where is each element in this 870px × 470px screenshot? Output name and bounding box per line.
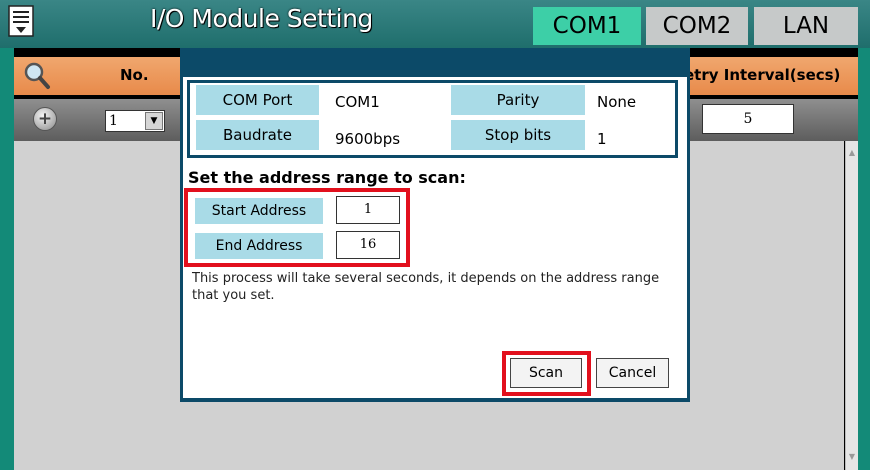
tab-lan[interactable]: LAN <box>754 7 858 45</box>
end-address-label: End Address <box>195 233 323 259</box>
scroll-down-icon[interactable]: ▼ <box>847 452 857 462</box>
scan-range-heading: Set the address range to scan: <box>188 168 466 187</box>
frame-left <box>0 48 14 470</box>
start-address-input[interactable]: 1 <box>336 196 400 224</box>
stop-bits-label: Stop bits <box>451 120 585 150</box>
end-address-input[interactable]: 16 <box>336 231 400 259</box>
cancel-button[interactable]: Cancel <box>596 358 669 388</box>
plus-icon[interactable]: + <box>33 107 57 131</box>
baudrate-value: 9600bps <box>335 130 401 148</box>
scroll-up-icon[interactable]: ▲ <box>847 148 857 158</box>
magnifier-icon[interactable] <box>22 60 52 92</box>
tab-com2[interactable]: COM2 <box>646 7 748 45</box>
parity-value: None <box>597 93 637 111</box>
scan-note: This process will take several seconds, … <box>192 271 660 303</box>
com-port-label: COM Port <box>196 85 319 115</box>
tab-com1[interactable]: COM1 <box>533 7 641 45</box>
menu-list-icon[interactable] <box>6 4 36 40</box>
column-header-no: No. <box>120 66 149 84</box>
scan-button[interactable]: Scan <box>510 358 582 388</box>
stop-bits-value: 1 <box>597 130 607 148</box>
app-title: I/O Module Setting <box>150 4 373 33</box>
vertical-scrollbar[interactable] <box>845 141 858 470</box>
module-number-select[interactable]: 1 ▼ <box>105 110 165 132</box>
frame-right <box>858 48 870 470</box>
com-port-value: COM1 <box>335 93 380 111</box>
chevron-down-icon[interactable]: ▼ <box>145 112 163 130</box>
parity-label: Parity <box>451 85 585 115</box>
baudrate-label: Baudrate <box>196 120 319 150</box>
module-number-value: 1 <box>109 113 118 129</box>
start-address-label: Start Address <box>195 198 323 224</box>
interval-input[interactable]: 5 <box>702 104 794 134</box>
column-header-interval: etry Interval(secs) <box>684 66 841 84</box>
